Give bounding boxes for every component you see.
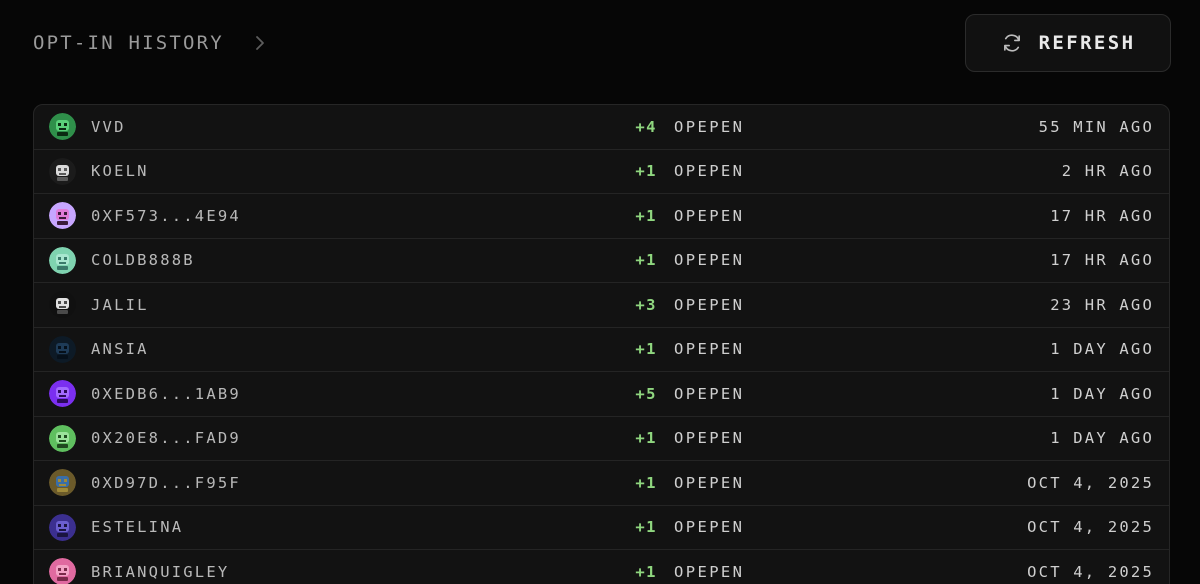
chevron-right-icon xyxy=(252,35,268,51)
history-row[interactable]: ESTELINA +1 OPEPEN OCT 4, 2025 xyxy=(34,506,1169,550)
avatar[interactable] xyxy=(49,113,76,140)
timestamp: 1 DAY AGO xyxy=(1050,384,1154,403)
account-name[interactable]: BRIANQUIGLEY xyxy=(91,563,229,581)
account-name[interactable]: 0XF573...4E94 xyxy=(91,207,241,225)
avatar[interactable] xyxy=(49,424,76,452)
title-link[interactable]: OPT-IN HISTORY xyxy=(33,32,268,54)
opt-in-amount: +1 xyxy=(635,429,657,448)
account-name[interactable]: VVD xyxy=(91,118,126,136)
timestamp: 17 HR AGO xyxy=(1050,251,1154,270)
history-row[interactable]: 0XF573...4E94 +1 OPEPEN 17 HR AGO xyxy=(34,194,1169,239)
history-row[interactable]: 0XEDB6...1AB9 +5 OPEPEN 1 DAY AGO xyxy=(34,372,1169,417)
history-row[interactable]: JALIL +3 OPEPEN 23 HR AGO xyxy=(34,283,1169,328)
account-name[interactable]: JALIL xyxy=(91,296,149,314)
token-name: OPEPEN xyxy=(674,429,745,448)
avatar[interactable] xyxy=(49,246,76,274)
token-name: OPEPEN xyxy=(674,473,745,492)
history-row[interactable]: COLDB888B +1 OPEPEN 17 HR AGO xyxy=(34,239,1169,283)
history-row[interactable]: 0XD97D...F95F +1 OPEPEN OCT 4, 2025 xyxy=(34,461,1169,506)
opt-in-amount: +1 xyxy=(635,206,657,225)
avatar[interactable] xyxy=(49,558,76,584)
token-name: OPEPEN xyxy=(674,340,745,359)
account-name[interactable]: KOELN xyxy=(91,162,149,180)
timestamp: 1 DAY AGO xyxy=(1050,340,1154,359)
token-name: OPEPEN xyxy=(674,518,745,537)
timestamp: 23 HR AGO xyxy=(1050,295,1154,314)
opt-in-history-page: OPT-IN HISTORY REFRESH VVD +4 OPEPEN 55 MIN… xyxy=(0,0,1200,584)
account-name[interactable]: COLDB888B xyxy=(91,251,195,269)
opt-in-amount: +1 xyxy=(635,162,657,181)
opt-in-amount: +1 xyxy=(635,518,657,537)
opt-in-amount: +1 xyxy=(635,251,657,270)
timestamp: 2 HR AGO xyxy=(1061,162,1154,181)
opt-in-amount: +4 xyxy=(635,117,657,136)
avatar[interactable] xyxy=(49,380,76,407)
opt-in-amount: +1 xyxy=(635,562,657,581)
opt-in-amount: +5 xyxy=(635,384,657,403)
token-name: OPEPEN xyxy=(674,562,745,581)
token-name: OPEPEN xyxy=(674,162,745,181)
avatar[interactable] xyxy=(49,513,76,541)
history-list: VVD +4 OPEPEN 55 MIN AGO KOELN +1 OPEPEN 2 HR A… xyxy=(33,104,1170,584)
avatar[interactable] xyxy=(49,469,76,496)
timestamp: OCT 4, 2025 xyxy=(1027,473,1154,492)
header: OPT-IN HISTORY REFRESH xyxy=(33,14,1171,74)
avatar[interactable] xyxy=(49,335,76,363)
token-name: OPEPEN xyxy=(674,206,745,225)
history-row[interactable]: KOELN +1 OPEPEN 2 HR AGO xyxy=(34,150,1169,194)
timestamp: 17 HR AGO xyxy=(1050,206,1154,225)
account-name[interactable]: ESTELINA xyxy=(91,518,183,536)
timestamp: OCT 4, 2025 xyxy=(1027,518,1154,537)
avatar[interactable] xyxy=(49,291,76,318)
history-row[interactable]: 0X20E8...FAD9 +1 OPEPEN 1 DAY AGO xyxy=(34,417,1169,461)
timestamp: 1 DAY AGO xyxy=(1050,429,1154,448)
token-name: OPEPEN xyxy=(674,384,745,403)
token-name: OPEPEN xyxy=(674,295,745,314)
avatar[interactable] xyxy=(49,202,76,229)
account-name[interactable]: 0XD97D...F95F xyxy=(91,474,241,492)
timestamp: OCT 4, 2025 xyxy=(1027,562,1154,581)
timestamp: 55 MIN AGO xyxy=(1038,117,1154,136)
opt-in-amount: +3 xyxy=(635,295,657,314)
history-row[interactable]: VVD +4 OPEPEN 55 MIN AGO xyxy=(34,105,1169,150)
refresh-button[interactable]: REFRESH xyxy=(965,14,1171,72)
refresh-label: REFRESH xyxy=(1038,32,1136,54)
history-row[interactable]: BRIANQUIGLEY +1 OPEPEN OCT 4, 2025 xyxy=(34,550,1169,584)
account-name[interactable]: ANSIA xyxy=(91,340,149,358)
history-row[interactable]: ANSIA +1 OPEPEN 1 DAY AGO xyxy=(34,328,1169,372)
page-title: OPT-IN HISTORY xyxy=(33,32,224,54)
avatar[interactable] xyxy=(49,157,76,185)
account-name[interactable]: 0X20E8...FAD9 xyxy=(91,429,241,447)
account-name[interactable]: 0XEDB6...1AB9 xyxy=(91,385,241,403)
opt-in-amount: +1 xyxy=(635,340,657,359)
token-name: OPEPEN xyxy=(674,117,745,136)
refresh-icon xyxy=(1001,32,1023,54)
opt-in-amount: +1 xyxy=(635,473,657,492)
token-name: OPEPEN xyxy=(674,251,745,270)
